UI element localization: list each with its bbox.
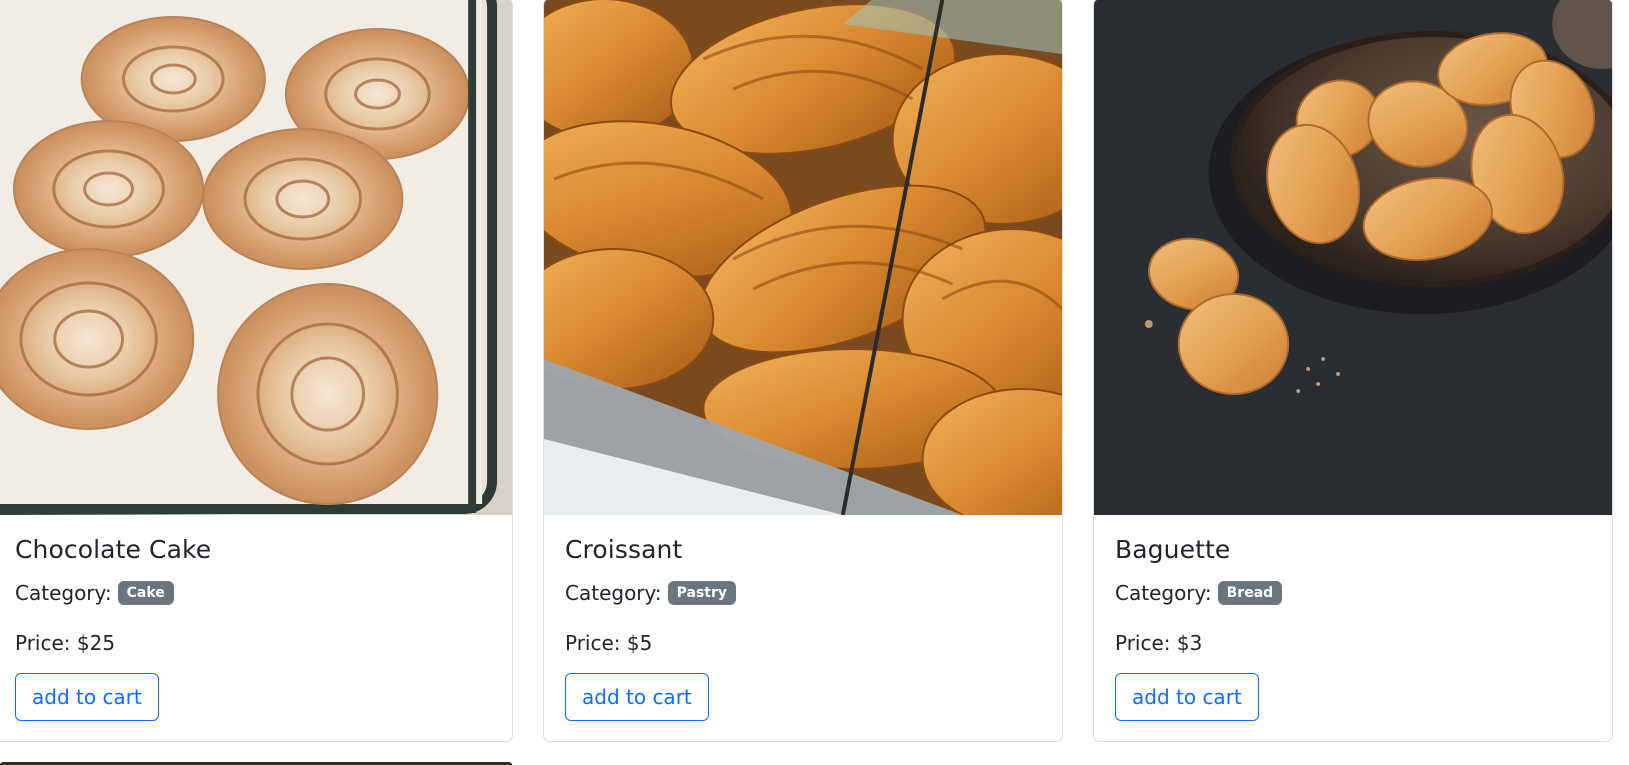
- product-card: Croissant Category: Pastry Price: $5 add…: [543, 0, 1063, 742]
- product-image: [0, 0, 512, 515]
- add-to-cart-button[interactable]: add to cart: [565, 673, 709, 721]
- product-title: Baguette: [1115, 535, 1231, 564]
- category-label: Category:: [565, 581, 662, 605]
- product-grid: Chocolate Cake Category: Cake Price: $25…: [0, 0, 1629, 765]
- category-badge: Bread: [1217, 581, 1283, 605]
- cinnamon-rolls-image: [0, 0, 512, 515]
- category-badge: Pastry: [667, 581, 737, 605]
- category-badge: Cake: [117, 581, 174, 605]
- product-price: Price: $3: [1115, 631, 1203, 655]
- product-category: Category: Cake: [15, 581, 174, 605]
- add-to-cart-button[interactable]: add to cart: [1115, 673, 1259, 721]
- product-card: Baguette Category: Bread Price: $3 add t…: [1093, 0, 1613, 742]
- product-image: [544, 0, 1062, 515]
- category-label: Category:: [15, 581, 112, 605]
- add-to-cart-button[interactable]: add to cart: [15, 673, 159, 721]
- product-title: Croissant: [565, 535, 683, 564]
- product-price: Price: $25: [15, 631, 116, 655]
- product-image: [1094, 0, 1612, 515]
- croissants-image: [544, 0, 1062, 515]
- product-title: Chocolate Cake: [15, 535, 212, 564]
- product-category: Category: Bread: [1115, 581, 1283, 605]
- product-card: Chocolate Cake Category: Cake Price: $25…: [0, 0, 513, 742]
- madeleines-image: [1094, 0, 1612, 515]
- product-price: Price: $5: [565, 631, 653, 655]
- category-label: Category:: [1115, 581, 1212, 605]
- product-category: Category: Pastry: [565, 581, 737, 605]
